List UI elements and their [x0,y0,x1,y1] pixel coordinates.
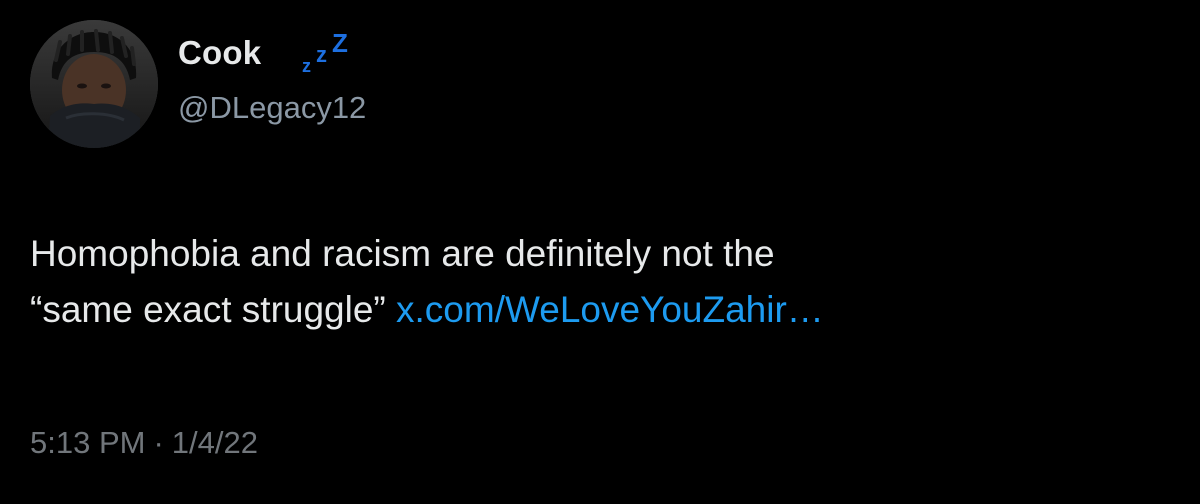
tweet-date: 1/4/22 [171,425,258,460]
tweet-text-line-2: “same exact struggle” x.com/WeLoveYouZah… [30,282,1150,338]
svg-text:z: z [316,42,327,67]
zzz-sleep-icon: z z Z [302,32,348,76]
meta-separator: · [153,425,164,460]
tweet-card: Cook z z Z @DLegacy12 Homophobia and rac… [0,0,1200,504]
tweet-quote-text: “same exact struggle” [30,289,386,330]
tweet-time: 5:13 PM [30,425,146,460]
tweet-text-line-1: Homophobia and racism are definitely not… [30,233,775,274]
svg-text:Z: Z [332,32,348,58]
tweet-link[interactable]: x.com/WeLoveYouZahir… [396,289,824,330]
svg-text:z: z [302,56,311,76]
user-handle[interactable]: @DLegacy12 [178,90,366,126]
avatar[interactable] [30,20,158,148]
avatar-image [30,20,158,148]
display-name[interactable]: Cook [178,34,261,72]
tweet-text: Homophobia and racism are definitely not… [30,226,1150,338]
tweet-timestamp[interactable]: 5:13 PM · 1/4/22 [30,425,258,461]
